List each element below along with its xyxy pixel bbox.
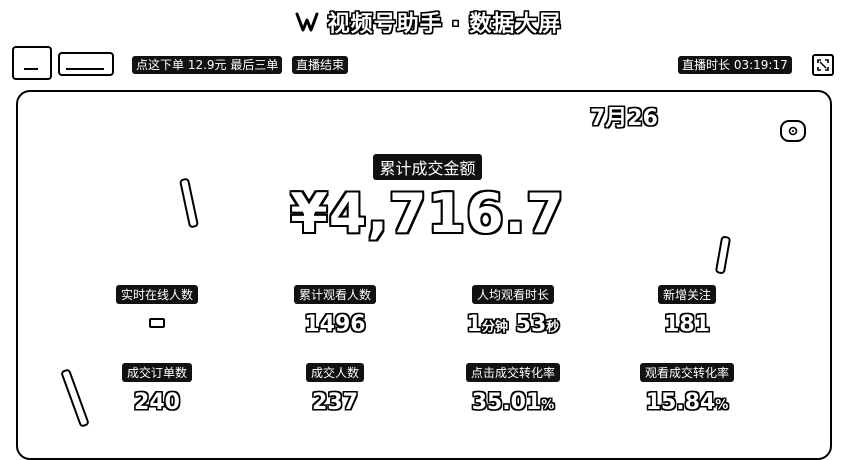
metric-label: 点击成交转化率 xyxy=(465,363,560,382)
order-notice[interactable]: 点这下单 12.9元 最后三单 xyxy=(132,56,283,74)
metric-label: 新增关注 xyxy=(657,285,716,304)
metric-value: 237 xyxy=(312,390,358,415)
metric-label: 成交人数 xyxy=(305,363,364,382)
metric-value: 1496 xyxy=(304,312,366,337)
app-title: 视频号助手 · 数据大屏 xyxy=(327,12,562,37)
metric-unit: % xyxy=(715,398,729,413)
metric-label: 观看成交转化率 xyxy=(639,363,734,382)
restore-button[interactable] xyxy=(58,52,114,76)
fullscreen-button[interactable] xyxy=(812,54,834,76)
metric-value: 181 xyxy=(664,312,710,337)
metric-new-followers: 新增关注 181 xyxy=(592,284,782,337)
settings-icon xyxy=(788,126,798,136)
app-title-bar: 视频号助手 · 数据大屏 xyxy=(0,6,855,38)
fullscreen-icon xyxy=(817,59,829,71)
metric-total-viewers: 累计观看人数 1496 xyxy=(240,284,430,337)
metric-value: 15.84% xyxy=(592,390,782,415)
metric-label: 人均观看时长 xyxy=(471,285,554,304)
metric-unit-sec: 秒 xyxy=(546,320,560,335)
metric-watch-conversion-rate: 观看成交转化率 15.84% xyxy=(592,362,782,415)
metric-value: 35.01% xyxy=(418,390,608,415)
metric-unit-min: 分钟 xyxy=(481,320,508,335)
metric-value-placeholder xyxy=(149,318,165,328)
metric-click-conversion-rate: 点击成交转化率 35.01% xyxy=(418,362,608,415)
settings-button[interactable] xyxy=(780,120,806,142)
metric-orders: 成交订单数 240 xyxy=(62,362,252,415)
live-status-badge: 直播结束 xyxy=(292,56,349,74)
metric-online-viewers: 实时在线人数 xyxy=(62,284,252,332)
metric-label: 成交订单数 xyxy=(121,363,192,382)
video-account-logo-icon xyxy=(295,12,319,32)
top-toolbar: 点这下单 12.9元 最后三单 直播结束 直播时长 03:19:17 xyxy=(8,42,848,84)
live-duration: 直播时长 03:19:17 xyxy=(678,56,792,74)
metric-value-min: 1 xyxy=(466,312,482,337)
metric-value-number: 15.84 xyxy=(645,390,716,415)
date-label: 7月26 xyxy=(590,106,658,131)
minimize-button[interactable] xyxy=(12,46,52,80)
metric-unit: % xyxy=(541,398,555,413)
gmv-label-wrap: 累计成交金额 xyxy=(0,154,855,180)
gmv-value: ¥4,716.7 xyxy=(290,182,565,245)
metric-value-sec: 53 xyxy=(515,312,547,337)
metric-value: 240 xyxy=(134,390,180,415)
metric-value: 1分钟 53秒 xyxy=(418,312,608,337)
metric-label: 实时在线人数 xyxy=(115,285,198,304)
metric-buyers: 成交人数 237 xyxy=(240,362,430,415)
metric-avg-watch-time: 人均观看时长 1分钟 53秒 xyxy=(418,284,608,337)
metric-value-number: 35.01 xyxy=(471,390,542,415)
gmv-label: 累计成交金额 xyxy=(373,154,482,180)
metric-label: 累计观看人数 xyxy=(293,285,376,304)
